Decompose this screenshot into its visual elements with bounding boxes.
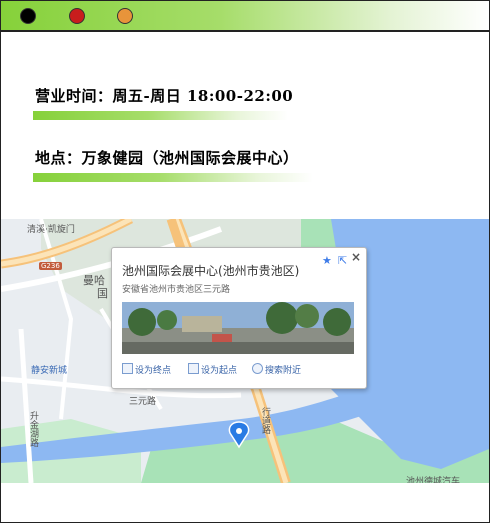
close-popup-button[interactable]: × — [351, 250, 361, 264]
maximize-window-button[interactable] — [117, 8, 133, 24]
favorite-star-icon[interactable]: ★ — [322, 254, 332, 267]
search-nearby-button[interactable]: 搜索附近 — [252, 363, 301, 376]
minimize-window-button[interactable] — [69, 8, 85, 24]
address-underline-bar — [33, 173, 313, 182]
set-origin-button[interactable]: 设为起点 — [188, 363, 237, 376]
search-icon — [252, 363, 263, 374]
start-point-icon — [188, 363, 199, 374]
info-window: ★ ⇱ × 池州国际会展中心(池州市贵池区) 安徽省池州市贵池区三元路 设为终点… — [111, 247, 367, 389]
map-view[interactable]: 清溪·凯旋门 G236 曼哈 国 静安新城 升金湖路 三元路 行道路 池州德城汽… — [1, 219, 489, 483]
map-label: 国 — [97, 287, 108, 300]
set-destination-label: 设为终点 — [135, 366, 172, 376]
map-label: 升金湖路 — [28, 411, 38, 447]
map-label: 行道路 — [260, 407, 270, 434]
map-label: 池州德城汽车 — [406, 477, 461, 483]
hours-underline-bar — [33, 111, 288, 120]
poi-title: 池州国际会展中心(池州市贵池区) — [122, 264, 300, 278]
business-hours-text: 营业时间：周五-周日 18:00-22:00 — [35, 87, 294, 105]
set-origin-label: 设为起点 — [201, 366, 238, 376]
map-label: 三元路 — [129, 397, 157, 407]
close-window-button[interactable] — [20, 8, 36, 24]
set-destination-button[interactable]: 设为终点 — [122, 363, 171, 376]
address-text: 地点：万象健园（池州国际会展中心） — [35, 149, 299, 167]
share-icon[interactable]: ⇱ — [338, 254, 347, 267]
map-label: 静安新城 — [31, 366, 68, 376]
poi-address: 安徽省池州市贵池区三元路 — [122, 285, 231, 295]
app-window: 营业时间：周五-周日 18:00-22:00 地点：万象健园（池州国际会展中心） — [0, 0, 490, 523]
street-view-photo[interactable] — [122, 302, 354, 354]
search-nearby-label: 搜索附近 — [265, 366, 302, 376]
end-point-icon — [122, 363, 133, 374]
road-number-badge: G236 — [39, 262, 62, 270]
title-bar — [1, 1, 489, 32]
map-label: 清溪·凯旋门 — [27, 225, 75, 235]
